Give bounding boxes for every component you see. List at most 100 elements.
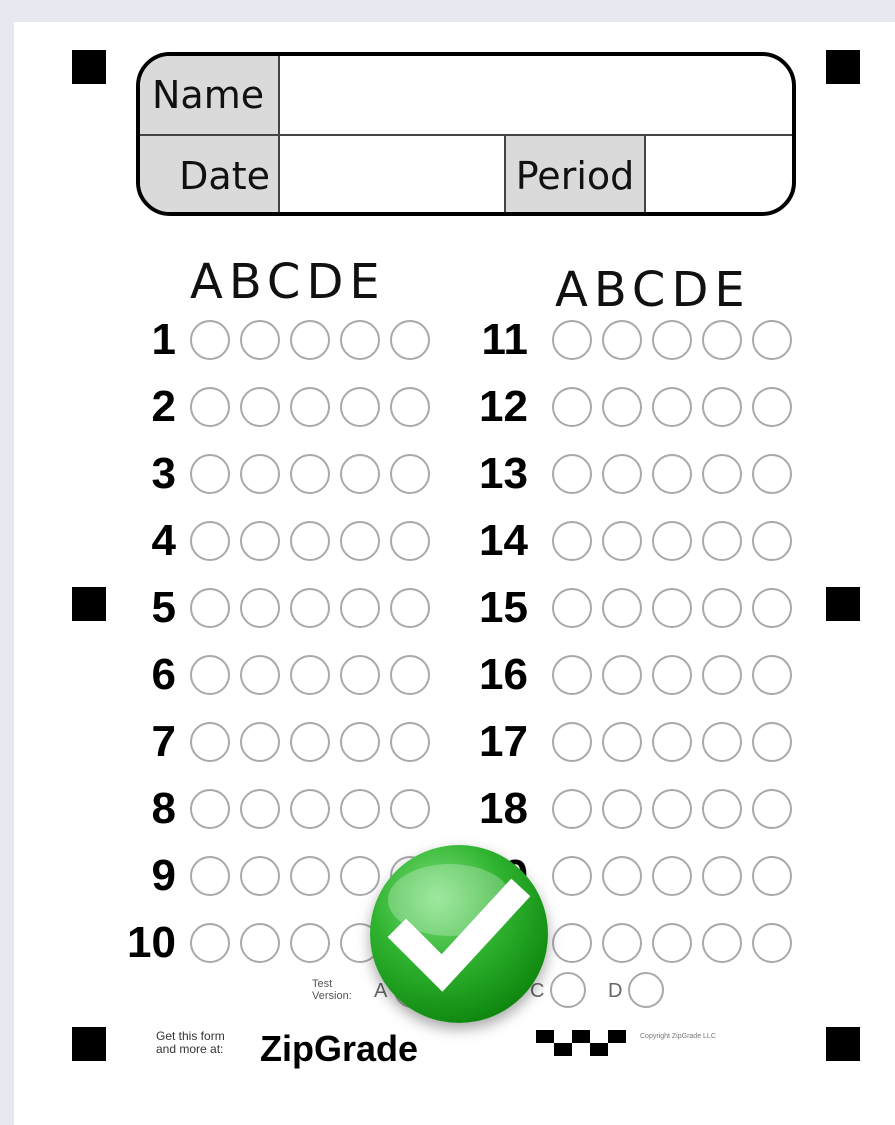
- answer-bubble-c[interactable]: [290, 320, 330, 360]
- answer-bubble-b[interactable]: [240, 856, 280, 896]
- answer-bubble-a[interactable]: [190, 588, 230, 628]
- answer-bubble-e[interactable]: [390, 320, 430, 360]
- answer-bubble-c[interactable]: [652, 588, 692, 628]
- answer-bubble-d[interactable]: [702, 454, 742, 494]
- answer-bubble-b[interactable]: [240, 722, 280, 762]
- answer-bubble-e[interactable]: [390, 387, 430, 427]
- answer-bubble-a[interactable]: [190, 655, 230, 695]
- answer-bubble-c[interactable]: [290, 789, 330, 829]
- answer-bubble-d[interactable]: [340, 521, 380, 561]
- answer-bubble-a[interactable]: [190, 789, 230, 829]
- answer-bubble-c[interactable]: [652, 454, 692, 494]
- answer-bubble-c[interactable]: [652, 923, 692, 963]
- version-bubble[interactable]: [550, 972, 586, 1008]
- answer-bubble-a[interactable]: [190, 454, 230, 494]
- answer-bubble-b[interactable]: [240, 320, 280, 360]
- version-bubble[interactable]: [628, 972, 664, 1008]
- answer-bubble-a[interactable]: [552, 454, 592, 494]
- answer-bubble-a[interactable]: [190, 521, 230, 561]
- answer-bubble-b[interactable]: [240, 387, 280, 427]
- answer-bubble-e[interactable]: [752, 320, 792, 360]
- answer-bubble-d[interactable]: [340, 320, 380, 360]
- answer-bubble-c[interactable]: [652, 521, 692, 561]
- answer-bubble-e[interactable]: [752, 588, 792, 628]
- answer-bubble-a[interactable]: [552, 655, 592, 695]
- answer-bubble-a[interactable]: [552, 588, 592, 628]
- answer-bubble-c[interactable]: [290, 655, 330, 695]
- answer-bubble-a[interactable]: [552, 387, 592, 427]
- answer-bubble-d[interactable]: [340, 387, 380, 427]
- answer-bubble-d[interactable]: [340, 722, 380, 762]
- answer-bubble-c[interactable]: [290, 454, 330, 494]
- answer-bubble-d[interactable]: [702, 789, 742, 829]
- answer-bubble-e[interactable]: [390, 722, 430, 762]
- answer-bubble-a[interactable]: [552, 320, 592, 360]
- answer-bubble-b[interactable]: [602, 655, 642, 695]
- answer-bubble-d[interactable]: [340, 454, 380, 494]
- answer-bubble-b[interactable]: [602, 387, 642, 427]
- answer-bubble-b[interactable]: [602, 588, 642, 628]
- answer-bubble-a[interactable]: [190, 923, 230, 963]
- answer-bubble-d[interactable]: [340, 789, 380, 829]
- answer-bubble-e[interactable]: [390, 521, 430, 561]
- answer-bubble-e[interactable]: [752, 923, 792, 963]
- answer-bubble-b[interactable]: [602, 521, 642, 561]
- answer-bubble-c[interactable]: [652, 655, 692, 695]
- answer-bubble-b[interactable]: [240, 521, 280, 561]
- answer-bubble-b[interactable]: [602, 789, 642, 829]
- answer-bubble-d[interactable]: [702, 655, 742, 695]
- answer-bubble-c[interactable]: [652, 387, 692, 427]
- answer-bubble-a[interactable]: [552, 789, 592, 829]
- date-field[interactable]: [280, 136, 506, 212]
- answer-bubble-e[interactable]: [752, 454, 792, 494]
- answer-bubble-d[interactable]: [702, 521, 742, 561]
- answer-bubble-b[interactable]: [602, 923, 642, 963]
- answer-bubble-b[interactable]: [240, 789, 280, 829]
- answer-bubble-b[interactable]: [240, 923, 280, 963]
- answer-bubble-d[interactable]: [340, 655, 380, 695]
- answer-bubble-e[interactable]: [390, 454, 430, 494]
- answer-bubble-d[interactable]: [340, 588, 380, 628]
- answer-bubble-e[interactable]: [752, 655, 792, 695]
- answer-bubble-a[interactable]: [552, 722, 592, 762]
- answer-bubble-b[interactable]: [240, 655, 280, 695]
- answer-bubble-e[interactable]: [752, 789, 792, 829]
- answer-bubble-e[interactable]: [390, 789, 430, 829]
- period-field[interactable]: [646, 136, 792, 212]
- answer-bubble-e[interactable]: [752, 387, 792, 427]
- answer-bubble-a[interactable]: [190, 320, 230, 360]
- name-field[interactable]: [280, 56, 792, 136]
- answer-bubble-a[interactable]: [190, 722, 230, 762]
- answer-bubble-b[interactable]: [602, 454, 642, 494]
- answer-bubble-b[interactable]: [602, 856, 642, 896]
- answer-bubble-b[interactable]: [602, 320, 642, 360]
- answer-bubble-e[interactable]: [752, 722, 792, 762]
- answer-bubble-d[interactable]: [702, 722, 742, 762]
- answer-bubble-c[interactable]: [290, 588, 330, 628]
- answer-bubble-c[interactable]: [290, 856, 330, 896]
- answer-bubble-a[interactable]: [190, 856, 230, 896]
- answer-bubble-c[interactable]: [290, 722, 330, 762]
- answer-bubble-a[interactable]: [552, 856, 592, 896]
- answer-bubble-b[interactable]: [240, 454, 280, 494]
- answer-bubble-c[interactable]: [652, 320, 692, 360]
- answer-bubble-d[interactable]: [702, 856, 742, 896]
- answer-bubble-d[interactable]: [702, 387, 742, 427]
- answer-bubble-c[interactable]: [290, 521, 330, 561]
- answer-bubble-c[interactable]: [290, 923, 330, 963]
- answer-bubble-a[interactable]: [190, 387, 230, 427]
- answer-bubble-c[interactable]: [290, 387, 330, 427]
- answer-bubble-c[interactable]: [652, 722, 692, 762]
- answer-bubble-c[interactable]: [652, 789, 692, 829]
- answer-bubble-d[interactable]: [702, 588, 742, 628]
- answer-bubble-d[interactable]: [702, 923, 742, 963]
- answer-bubble-b[interactable]: [602, 722, 642, 762]
- answer-bubble-e[interactable]: [390, 588, 430, 628]
- answer-bubble-c[interactable]: [652, 856, 692, 896]
- answer-bubble-e[interactable]: [752, 856, 792, 896]
- answer-bubble-a[interactable]: [552, 521, 592, 561]
- answer-bubble-a[interactable]: [552, 923, 592, 963]
- answer-bubble-d[interactable]: [702, 320, 742, 360]
- answer-bubble-e[interactable]: [752, 521, 792, 561]
- answer-bubble-b[interactable]: [240, 588, 280, 628]
